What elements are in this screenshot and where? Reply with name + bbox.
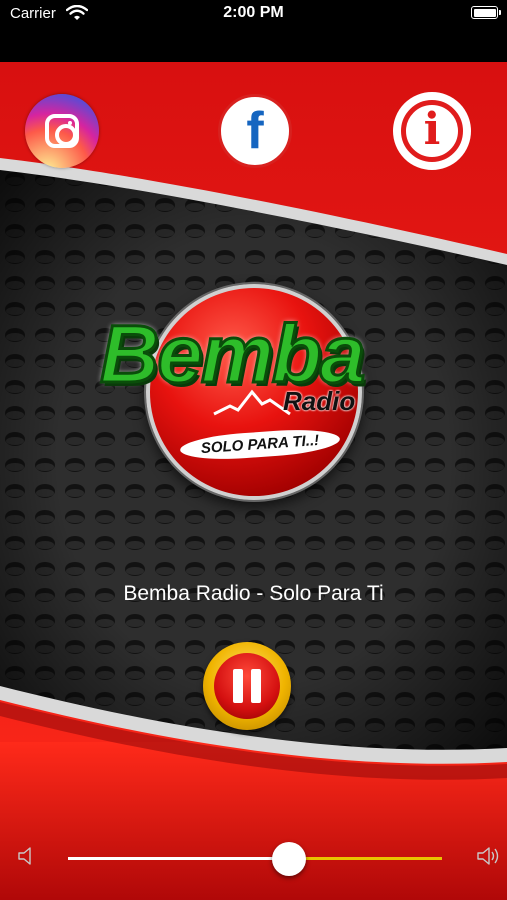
station-logo: Bemba Radio SOLO PARA TI..!	[98, 274, 390, 510]
pause-button[interactable]	[203, 642, 291, 730]
mountain-icon	[213, 389, 291, 416]
volume-slider[interactable]	[68, 842, 442, 876]
pause-bar	[251, 669, 261, 703]
pause-bar	[233, 669, 243, 703]
info-icon: i	[423, 104, 441, 155]
info-button[interactable]: i	[393, 92, 471, 170]
instagram-icon	[45, 114, 79, 148]
battery-icon	[471, 6, 501, 19]
facebook-button[interactable]: f	[218, 94, 292, 168]
radio-player-screen: f i Bemba Radio SOLO PARA TI..! Bemba Ra…	[0, 62, 507, 900]
logo-sub: Radio	[283, 386, 356, 416]
pause-icon	[214, 653, 280, 719]
volume-fill	[68, 857, 289, 860]
status-time: 2:00 PM	[223, 4, 284, 21]
instagram-button[interactable]	[25, 94, 99, 168]
status-bar: Carrier 2:00 PM	[0, 0, 507, 62]
facebook-icon: f	[246, 102, 264, 160]
volume-low-icon	[18, 847, 31, 865]
volume-thumb[interactable]	[271, 842, 306, 876]
volume-high-icon	[477, 847, 499, 865]
station-title: Bemba Radio - Solo Para Ti	[123, 582, 384, 605]
